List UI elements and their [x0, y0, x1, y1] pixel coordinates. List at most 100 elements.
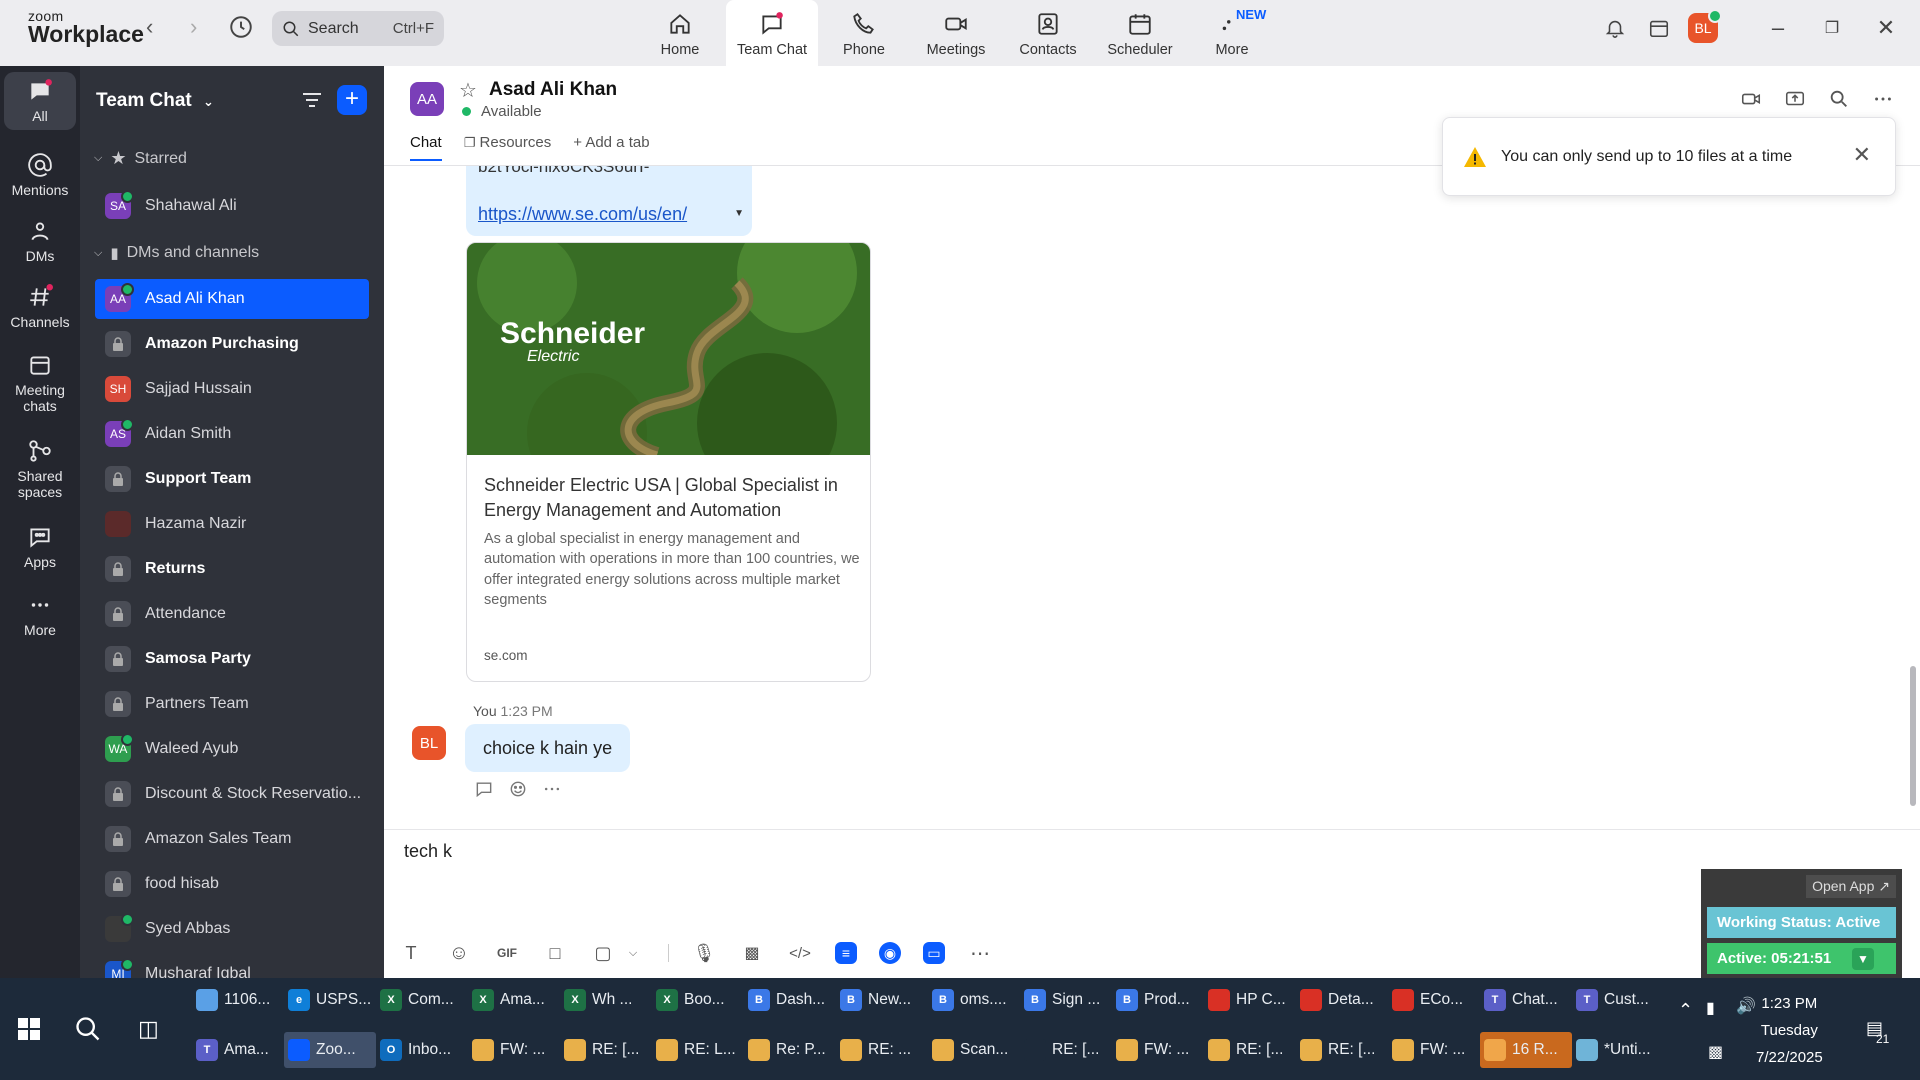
taskbar-app[interactable]: Scan...: [928, 1032, 1020, 1068]
taskbar-app[interactable]: B Sign ...: [1020, 982, 1112, 1018]
forward-icon[interactable]: ›: [190, 14, 197, 40]
share-screen-icon[interactable]: [1784, 88, 1806, 110]
filter-icon[interactable]: [300, 88, 324, 112]
add-tab-button[interactable]: + Add a tab: [573, 134, 649, 161]
rail-more[interactable]: More: [4, 592, 76, 638]
taskbar-app[interactable]: RE: ...: [836, 1032, 928, 1068]
taskbar-app[interactable]: RE: [...: [1020, 1032, 1112, 1068]
sidebar-item-musharaf-iqbal[interactable]: MI Musharaf Iqbal: [95, 954, 369, 978]
taskbar-app[interactable]: X Ama...: [468, 982, 560, 1018]
taskbar-app[interactable]: RE: L...: [652, 1032, 744, 1068]
reply-icon[interactable]: [474, 779, 494, 799]
sidebar-item-sajjad-hussain[interactable]: SH Sajjad Hussain: [95, 369, 369, 409]
calendar-icon[interactable]: [1648, 17, 1670, 39]
sidebar-title[interactable]: Team Chat ⌄: [96, 90, 214, 112]
taskbar-app[interactable]: FW: ...: [1112, 1032, 1204, 1068]
section-starred[interactable]: ⌵ ★ Starred: [94, 148, 187, 169]
taskbar-app[interactable]: Zoo...: [284, 1032, 376, 1068]
working-status-badge[interactable]: Working Status: Active: [1707, 907, 1896, 938]
rail-dms[interactable]: DMs: [4, 218, 76, 264]
sidebar-item-waleed-ayub[interactable]: WA Waleed Ayub: [95, 729, 369, 769]
video-message-icon[interactable]: ▩: [739, 940, 765, 966]
sidebar-item-partners-team[interactable]: Partners Team: [95, 684, 369, 724]
windows-start-icon[interactable]: [18, 1018, 40, 1040]
sidebar-item-amazon-purchasing[interactable]: Amazon Purchasing: [95, 324, 369, 364]
format-text-icon[interactable]: T: [398, 940, 424, 966]
close-icon[interactable]: ✕: [1853, 142, 1871, 168]
sidebar-item-asad-ali-khan[interactable]: AA Asad Ali Khan: [95, 279, 369, 319]
history-icon[interactable]: [228, 14, 254, 40]
rail-meeting-chats[interactable]: Meeting chats: [4, 352, 76, 414]
open-app-button[interactable]: Open App ↗: [1806, 875, 1896, 898]
battery-icon[interactable]: ▮: [1706, 998, 1715, 1018]
contact-name[interactable]: Asad Ali Khan: [489, 79, 617, 101]
more-icon[interactable]: [542, 779, 562, 799]
message-input[interactable]: tech k: [404, 841, 452, 862]
app-icon[interactable]: ◉: [879, 942, 901, 964]
taskbar-app[interactable]: Deta...: [1296, 982, 1388, 1018]
taskbar-app[interactable]: T Chat...: [1480, 982, 1572, 1018]
avatar[interactable]: BL: [412, 726, 446, 760]
taskbar-app[interactable]: FW: ...: [468, 1032, 560, 1068]
sidebar-item-returns[interactable]: Returns: [95, 549, 369, 589]
section-dms-channels[interactable]: ⌵ ▮ DMs and channels: [94, 244, 259, 262]
sidebar-item-support-team[interactable]: Support Team: [95, 459, 369, 499]
sidebar-item-shahawal-ali[interactable]: SA Shahawal Ali: [95, 186, 369, 226]
more-icon[interactable]: ⋯: [967, 940, 993, 966]
taskbar-app[interactable]: 1106...: [192, 982, 284, 1018]
taskbar-app[interactable]: X Wh ...: [560, 982, 652, 1018]
caret-down-icon[interactable]: ▼: [734, 208, 744, 219]
sidebar-item-aidan-smith[interactable]: AS Aidan Smith: [95, 414, 369, 454]
taskbar-app[interactable]: *Unti...: [1572, 1032, 1664, 1068]
bell-icon[interactable]: [1604, 17, 1626, 39]
search-icon[interactable]: [1828, 88, 1850, 110]
task-view-icon[interactable]: ◫: [138, 1016, 159, 1042]
tab-scheduler[interactable]: Scheduler: [1094, 0, 1186, 66]
tab-team-chat[interactable]: Team Chat: [726, 0, 818, 66]
star-icon[interactable]: ☆: [459, 78, 477, 103]
taskbar-app[interactable]: B Dash...: [744, 982, 836, 1018]
taskbar-app[interactable]: RE: [...: [1204, 1032, 1296, 1068]
taskbar-app[interactable]: T Cust...: [1572, 982, 1664, 1018]
sidebar-item-amazon-sales-team[interactable]: Amazon Sales Team: [95, 819, 369, 859]
screenshot-icon[interactable]: ▢: [590, 940, 616, 966]
code-icon[interactable]: </>: [787, 940, 813, 966]
clock[interactable]: 1:23 PM Tuesday 7/22/2025: [1756, 990, 1823, 1071]
emoji-icon[interactable]: ☺: [446, 940, 472, 966]
chevron-up-icon[interactable]: ⌃: [1678, 1000, 1693, 1021]
app-icon[interactable]: ▭: [923, 942, 945, 964]
scrollbar[interactable]: [1910, 666, 1916, 806]
filter-icon[interactable]: ▼: [1852, 947, 1874, 970]
taskbar-app[interactable]: O Inbo...: [376, 1032, 468, 1068]
sidebar-item-samosa-party[interactable]: Samosa Party: [95, 639, 369, 679]
back-icon[interactable]: ‹: [146, 14, 153, 40]
search-input[interactable]: Search Ctrl+F: [272, 11, 444, 46]
taskbar-app[interactable]: FW: ...: [1388, 1032, 1480, 1068]
tab-home[interactable]: Home: [634, 0, 726, 66]
sidebar-item-hazama-nazir[interactable]: Hazama Nazir: [95, 504, 369, 544]
sidebar-item-attendance[interactable]: Attendance: [95, 594, 369, 634]
gif-icon[interactable]: GIF: [494, 940, 520, 966]
search-icon[interactable]: [74, 1015, 102, 1043]
chevron-down-icon[interactable]: ⌵: [620, 940, 646, 966]
taskbar-app[interactable]: X Com...: [376, 982, 468, 1018]
taskbar-app[interactable]: Boms....: [928, 982, 1020, 1018]
file-icon[interactable]: □: [542, 940, 568, 966]
rail-mentions[interactable]: Mentions: [4, 152, 76, 198]
rail-shared-spaces[interactable]: Shared spaces: [4, 438, 76, 500]
taskbar-app[interactable]: e USPS...: [284, 982, 376, 1018]
volume-icon[interactable]: 🔊: [1736, 996, 1756, 1016]
taskbar-app[interactable]: RE: [...: [560, 1032, 652, 1068]
mic-icon[interactable]: 🎙: [691, 940, 717, 966]
notification-center[interactable]: ▤ 21: [1866, 1018, 1889, 1046]
taskbar-app[interactable]: 16 R...: [1480, 1032, 1572, 1068]
more-icon[interactable]: [1872, 88, 1894, 110]
tab-phone[interactable]: Phone: [818, 0, 910, 66]
avatar[interactable]: BL: [1688, 9, 1722, 43]
restore-icon[interactable]: ❐: [1812, 18, 1852, 38]
network-icon[interactable]: ▩: [1708, 1042, 1723, 1062]
close-icon[interactable]: ✕: [1866, 15, 1906, 41]
taskbar-app[interactable]: RE: [...: [1296, 1032, 1388, 1068]
link-preview-card[interactable]: Schneider Electric Schneider Electric US…: [466, 242, 871, 682]
sidebar-item-food-hisab[interactable]: food hisab: [95, 864, 369, 904]
